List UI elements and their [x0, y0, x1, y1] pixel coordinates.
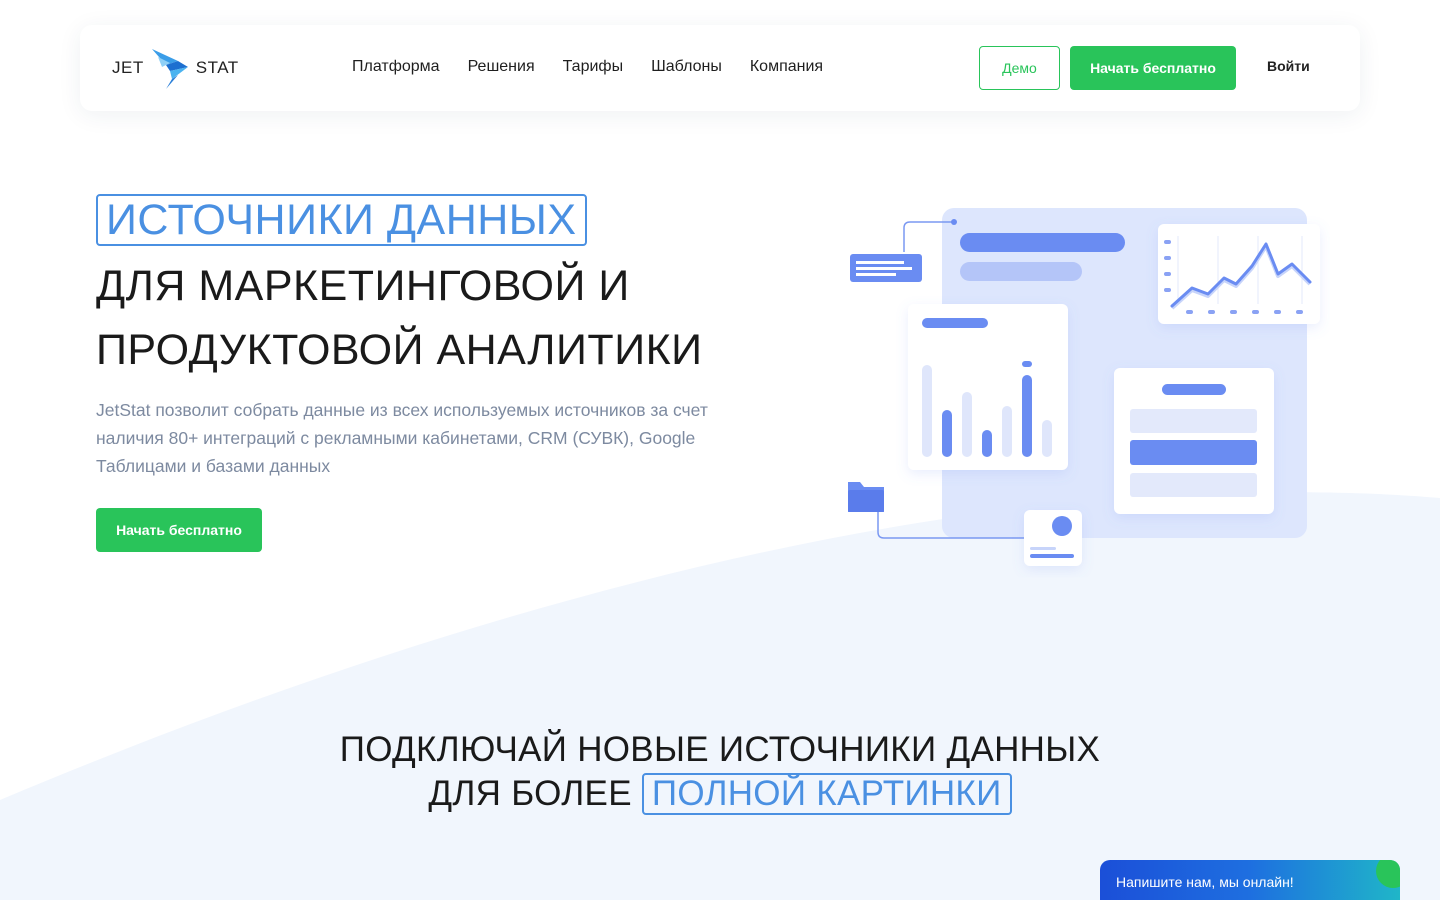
- subheader-bar: [960, 262, 1082, 281]
- section2-title-accent: ПОЛНОЙ КАРТИНКИ: [641, 773, 1012, 815]
- folder-icon: [848, 482, 884, 512]
- nav-item-platform[interactable]: Платформа: [352, 58, 440, 76]
- section2-title-line-2: ДЛЯ БОЛЕЕ ПОЛНОЙ КАРТИНКИ: [0, 772, 1440, 816]
- nav-item-pricing[interactable]: Тарифы: [563, 58, 623, 76]
- demo-button[interactable]: Демо: [979, 46, 1060, 90]
- logo[interactable]: JET STAT: [112, 45, 239, 91]
- nav-item-solutions[interactable]: Решения: [468, 58, 535, 76]
- hero-section: ИСТОЧНИКИ ДАННЫХ ДЛЯ МАРКЕТИНГОВОЙ И ПРО…: [96, 194, 776, 552]
- nav-item-templates[interactable]: Шаблоны: [651, 58, 722, 76]
- line-chart-card: [1158, 224, 1320, 324]
- bird-logo-icon: [151, 49, 188, 89]
- navbar: JET STAT Платформа Решения Тарифы Шаблон…: [80, 25, 1360, 111]
- hero-title-line-1: ДЛЯ МАРКЕТИНГОВОЙ И: [96, 262, 630, 310]
- login-link[interactable]: Войти: [1267, 58, 1310, 74]
- hero-start-free-button[interactable]: Начать бесплатно: [96, 508, 262, 552]
- nav-item-company[interactable]: Компания: [750, 58, 823, 76]
- section2-title-prefix: ДЛЯ БОЛЕЕ: [428, 774, 632, 813]
- main-nav: Платформа Решения Тарифы Шаблоны Компани…: [352, 58, 823, 76]
- section2-title-line-1: ПОДКЛЮЧАЙ НОВЫЕ ИСТОЧНИКИ ДАННЫХ: [339, 730, 1101, 769]
- logo-text-stat: STAT: [195, 58, 239, 77]
- analytics-illustration: [848, 208, 1320, 566]
- chat-widget-label: Напишите нам, мы онлайн!: [1116, 874, 1294, 890]
- hero-title-line-2: ПРОДУКТОВОЙ АНАЛИТИКИ: [96, 326, 703, 374]
- hero-accent-title: ИСТОЧНИКИ ДАННЫХ: [96, 194, 587, 246]
- avatar-icon: [1052, 516, 1072, 536]
- integrations-section: ПОДКЛЮЧАЙ НОВЫЕ ИСТОЧНИКИ ДАННЫХ ДЛЯ БОЛ…: [0, 728, 1440, 816]
- online-status-icon: [1376, 860, 1400, 888]
- start-free-button[interactable]: Начать бесплатно: [1070, 46, 1236, 90]
- header-bar: [960, 233, 1125, 252]
- chat-widget[interactable]: Напишите нам, мы онлайн!: [1100, 860, 1400, 900]
- hero-description: JetStat позволит собрать данные из всех …: [96, 400, 708, 476]
- logo-text-jet: JET: [112, 58, 144, 77]
